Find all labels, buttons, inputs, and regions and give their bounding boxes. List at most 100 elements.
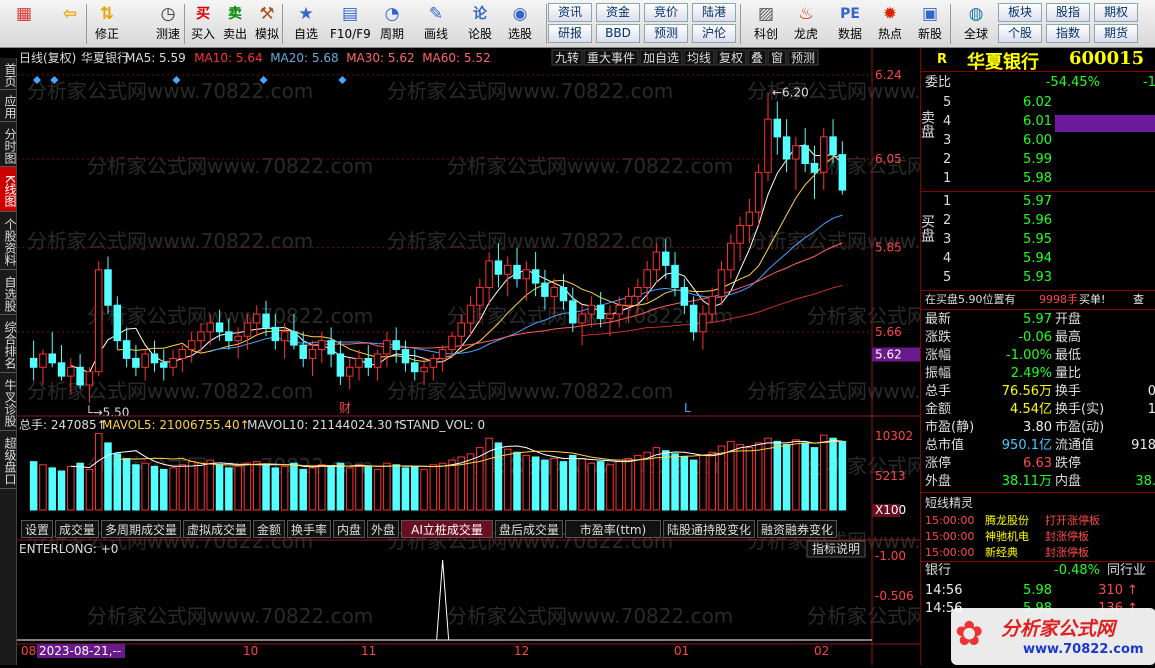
volume-bar[interactable] bbox=[661, 450, 670, 511]
volume-bar[interactable] bbox=[615, 459, 624, 511]
candle-body[interactable] bbox=[243, 322, 252, 337]
volume-bar[interactable] bbox=[708, 451, 716, 511]
buy-level-row[interactable]: 4 5.94 bbox=[921, 250, 1155, 268]
volume-bar[interactable] bbox=[652, 447, 661, 511]
candle-body[interactable] bbox=[318, 340, 326, 351]
candle-body[interactable] bbox=[708, 295, 716, 315]
hot-button[interactable]: ✹ 热点 bbox=[872, 1, 908, 47]
sell-button[interactable]: 卖卖出 bbox=[222, 1, 248, 47]
volume-bar[interactable] bbox=[587, 462, 596, 511]
volume-bar[interactable] bbox=[225, 467, 233, 511]
volume-bar[interactable] bbox=[717, 445, 726, 511]
candle-body[interactable] bbox=[569, 300, 577, 324]
candle-body[interactable] bbox=[503, 264, 512, 275]
candle-body[interactable] bbox=[578, 313, 586, 324]
candle-body[interactable] bbox=[383, 340, 391, 355]
buy-level-row[interactable]: 2 5.96 bbox=[921, 212, 1155, 230]
notice-more[interactable]: 查 bbox=[1133, 291, 1144, 309]
back-arrow-button[interactable]: ⇦ bbox=[52, 1, 88, 47]
candle-body[interactable] bbox=[392, 340, 400, 351]
indicator-tab-4[interactable]: 金额 bbox=[253, 520, 285, 538]
volume-bar[interactable] bbox=[485, 437, 493, 511]
buy-level-row[interactable]: 1 5.97 bbox=[921, 193, 1155, 211]
quick-button-资讯[interactable]: 资讯 bbox=[548, 3, 592, 22]
volume-bar[interactable] bbox=[429, 464, 438, 511]
volume-bar[interactable] bbox=[820, 434, 828, 511]
buy-button[interactable]: 买买入 bbox=[190, 1, 216, 47]
candle-body[interactable] bbox=[829, 136, 837, 156]
candle-body[interactable] bbox=[67, 366, 75, 377]
indicator-tab-11[interactable]: 陆股通持股变化 bbox=[663, 520, 755, 538]
candle-body[interactable] bbox=[280, 331, 289, 342]
candle-body[interactable] bbox=[225, 331, 233, 342]
candle-body[interactable] bbox=[773, 118, 782, 138]
volume-bar[interactable] bbox=[150, 465, 159, 511]
candle-body[interactable] bbox=[252, 313, 261, 324]
left-tab-8[interactable]: 超级盘口 bbox=[0, 431, 17, 489]
volume-bar[interactable] bbox=[383, 462, 391, 511]
volume-bar[interactable] bbox=[513, 451, 521, 511]
candle-body[interactable] bbox=[234, 335, 242, 342]
short-genie-title[interactable]: 短线精灵 bbox=[925, 494, 973, 511]
volume-bar[interactable] bbox=[280, 465, 289, 511]
kline-chart-area[interactable]: 分析家公式网www.70822.com 分析家公式网www.70822.com 分析… bbox=[17, 48, 1093, 665]
candle-body[interactable] bbox=[48, 353, 56, 364]
volume-bar[interactable] bbox=[531, 456, 540, 511]
candle-body[interactable] bbox=[792, 145, 800, 160]
candle-body[interactable] bbox=[85, 371, 94, 386]
volume-bar[interactable] bbox=[541, 459, 549, 511]
candle-body[interactable] bbox=[122, 340, 131, 359]
candle-body[interactable] bbox=[160, 362, 168, 368]
candle-body[interactable] bbox=[448, 335, 456, 351]
volume-bar[interactable] bbox=[169, 467, 177, 511]
volume-bar[interactable] bbox=[327, 465, 335, 511]
indicator-tab-7[interactable]: 外盘 bbox=[367, 520, 399, 538]
indicator-tab-9[interactable]: 盘后成交量 bbox=[495, 520, 563, 538]
indicator-tab-1[interactable]: 成交量 bbox=[55, 520, 99, 538]
candle-body[interactable] bbox=[522, 269, 531, 280]
sell-level-row[interactable]: 1 5.98 bbox=[921, 170, 1155, 188]
volume-bar[interactable] bbox=[634, 454, 642, 511]
candle-body[interactable] bbox=[141, 353, 149, 368]
candle-body[interactable] bbox=[169, 357, 177, 368]
volume-bar[interactable] bbox=[569, 454, 577, 511]
volume-bar[interactable] bbox=[48, 467, 56, 511]
quick-button-板块[interactable]: 板块 bbox=[998, 3, 1042, 22]
candle-body[interactable] bbox=[113, 304, 122, 342]
indicator-tab-8[interactable]: AI立桩成交量 bbox=[401, 520, 493, 538]
candle-body[interactable] bbox=[745, 211, 754, 226]
candle-body[interactable] bbox=[29, 357, 38, 368]
f10-button[interactable]: ▤ F10/F9 bbox=[330, 1, 371, 47]
candle-body[interactable] bbox=[820, 136, 828, 173]
candle-body[interactable] bbox=[764, 118, 772, 173]
volume-bar[interactable] bbox=[122, 458, 131, 511]
volume-bar[interactable] bbox=[215, 464, 224, 511]
candle-body[interactable] bbox=[178, 349, 187, 359]
left-tab-5[interactable]: 自选股 bbox=[0, 270, 17, 315]
candle-body[interactable] bbox=[531, 269, 540, 284]
volume-bar[interactable] bbox=[838, 440, 847, 511]
dragon-tiger-button[interactable]: ♨ 龙虎 bbox=[788, 1, 824, 47]
volume-bar[interactable] bbox=[606, 464, 614, 511]
volume-bar[interactable] bbox=[141, 462, 149, 511]
candle-body[interactable] bbox=[429, 357, 438, 368]
candle-body[interactable] bbox=[187, 340, 196, 351]
candle-body[interactable] bbox=[596, 304, 605, 320]
volume-bar[interactable] bbox=[76, 462, 84, 511]
candle-body[interactable] bbox=[401, 349, 410, 364]
buy-level-row[interactable]: 3 5.95 bbox=[921, 231, 1155, 249]
clock-button[interactable]: ◷ 测速 bbox=[150, 1, 186, 47]
hammer-button[interactable]: ⚒ 模拟 bbox=[252, 1, 282, 47]
volume-bar[interactable] bbox=[299, 468, 307, 511]
volume-bar[interactable] bbox=[643, 451, 651, 511]
quick-button-指数[interactable]: 指数 bbox=[1046, 24, 1090, 43]
candle-body[interactable] bbox=[373, 353, 382, 368]
volume-bar[interactable] bbox=[94, 433, 103, 511]
volume-bar[interactable] bbox=[252, 461, 261, 511]
candle-body[interactable] bbox=[476, 287, 484, 306]
candle-body[interactable] bbox=[104, 269, 112, 306]
left-tab-2[interactable]: 分时图 bbox=[0, 122, 17, 167]
sell-level-row[interactable]: 3 6.00 bbox=[921, 132, 1155, 150]
candle-body[interactable] bbox=[634, 287, 642, 297]
candle-body[interactable] bbox=[420, 366, 428, 373]
